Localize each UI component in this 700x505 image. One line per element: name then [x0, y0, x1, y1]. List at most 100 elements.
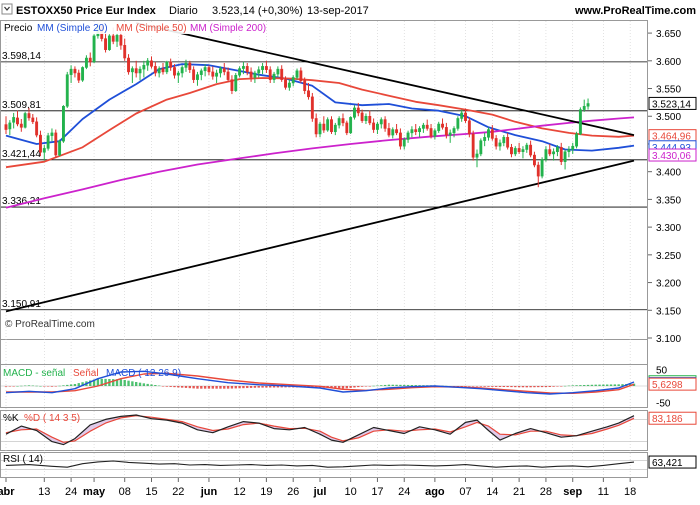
candle-body[interactable] — [502, 137, 506, 144]
candle-body[interactable] — [303, 80, 307, 91]
candle-body[interactable] — [35, 121, 39, 136]
candle-body[interactable] — [456, 118, 460, 129]
candle-body[interactable] — [379, 119, 383, 125]
chart-svg[interactable]: ESTOXX50 Price Eur Index Diario 3.523,14… — [0, 0, 700, 500]
candle-body[interactable] — [16, 117, 19, 125]
candle-body[interactable] — [81, 67, 85, 81]
candle-body[interactable] — [4, 124, 8, 130]
candle-body[interactable] — [494, 138, 498, 147]
candle-body[interactable] — [134, 68, 138, 74]
candle-body[interactable] — [165, 61, 169, 73]
candle-body[interactable] — [544, 149, 548, 160]
candle-body[interactable] — [333, 124, 337, 133]
candle-body[interactable] — [326, 119, 330, 131]
candle-body[interactable] — [215, 72, 219, 77]
candle-body[interactable] — [31, 117, 35, 123]
candle-body[interactable] — [341, 118, 345, 124]
candle-body[interactable] — [510, 147, 513, 155]
candle-body[interactable] — [123, 45, 127, 59]
candle-body[interactable] — [65, 74, 69, 107]
candle-body[interactable] — [513, 148, 517, 155]
candle-body[interactable] — [230, 79, 234, 91]
candle-body[interactable] — [437, 123, 441, 131]
candle-body[interactable] — [314, 118, 318, 135]
candle-body[interactable] — [410, 129, 414, 134]
candle-body[interactable] — [169, 61, 173, 68]
candle-body[interactable] — [295, 70, 299, 78]
candle-body[interactable] — [287, 82, 291, 88]
candle-body[interactable] — [253, 72, 257, 78]
candle-body[interactable] — [406, 132, 410, 140]
candle-body[interactable] — [337, 118, 341, 126]
candle-body[interactable] — [475, 153, 479, 158]
candle-body[interactable] — [23, 113, 27, 128]
candle-body[interactable] — [433, 130, 437, 137]
candle-body[interactable] — [360, 112, 364, 121]
candle-body[interactable] — [444, 127, 448, 136]
candle-body[interactable] — [146, 60, 150, 66]
candle-body[interactable] — [383, 119, 387, 129]
candle-body[interactable] — [111, 35, 115, 42]
candle-body[interactable] — [548, 149, 552, 155]
candle-body[interactable] — [391, 129, 395, 136]
candle-body[interactable] — [180, 67, 184, 74]
symbol-chevron-icon[interactable] — [1, 3, 13, 15]
candle-body[interactable] — [264, 66, 268, 70]
candle-body[interactable] — [575, 133, 578, 147]
candle-body[interactable] — [173, 67, 176, 76]
candle-body[interactable] — [58, 140, 62, 156]
candle-body[interactable] — [387, 128, 391, 136]
candle-body[interactable] — [414, 129, 418, 133]
candle-body[interactable] — [222, 68, 226, 73]
candle-body[interactable] — [291, 77, 295, 84]
candle-body[interactable] — [448, 132, 452, 136]
candle-body[interactable] — [84, 57, 88, 68]
candle-body[interactable] — [153, 66, 157, 74]
candle-body[interactable] — [119, 35, 123, 46]
candle-body[interactable] — [234, 74, 238, 91]
candle-body[interactable] — [460, 112, 464, 119]
candle-body[interactable] — [276, 68, 280, 75]
candle-body[interactable] — [184, 62, 188, 68]
candle-body[interactable] — [376, 123, 379, 130]
candle-body[interactable] — [402, 139, 406, 147]
candle-body[interactable] — [199, 70, 203, 75]
candle-body[interactable] — [54, 132, 58, 156]
candle-body[interactable] — [540, 159, 544, 177]
candle-body[interactable] — [372, 122, 376, 130]
candle-body[interactable] — [364, 115, 368, 121]
candle-body[interactable] — [50, 132, 54, 136]
candle-body[interactable] — [582, 106, 586, 110]
candle-body[interactable] — [42, 148, 46, 153]
candle-body[interactable] — [586, 103, 590, 107]
candle-body[interactable] — [467, 120, 471, 135]
candle-body[interactable] — [211, 71, 215, 77]
candle-body[interactable] — [421, 124, 425, 129]
candle-body[interactable] — [533, 154, 536, 166]
candle-body[interactable] — [39, 134, 42, 153]
candle-body[interactable] — [203, 67, 207, 72]
candle-body[interactable] — [12, 117, 16, 123]
candle-body[interactable] — [563, 151, 567, 162]
candle-body[interactable] — [318, 123, 322, 135]
candle-body[interactable] — [559, 147, 563, 162]
candle-body[interactable] — [46, 135, 50, 149]
candle-body[interactable] — [104, 38, 107, 50]
candle-body[interactable] — [280, 68, 284, 80]
candle-body[interactable] — [77, 72, 81, 81]
candle-body[interactable] — [115, 35, 119, 42]
candle-body[interactable] — [62, 106, 65, 142]
candle-body[interactable] — [310, 96, 314, 119]
candle-body[interactable] — [567, 149, 571, 152]
stoch-panel[interactable] — [0, 410, 648, 451]
candle-body[interactable] — [150, 60, 153, 67]
candle-body[interactable] — [498, 142, 502, 147]
candle-body[interactable] — [241, 66, 245, 69]
candle-body[interactable] — [261, 66, 264, 70]
candle-body[interactable] — [127, 57, 130, 73]
candle-body[interactable] — [219, 68, 222, 74]
candle-body[interactable] — [425, 124, 429, 129]
candle-body[interactable] — [249, 71, 253, 78]
candle-body[interactable] — [418, 128, 421, 133]
candle-body[interactable] — [107, 35, 111, 50]
